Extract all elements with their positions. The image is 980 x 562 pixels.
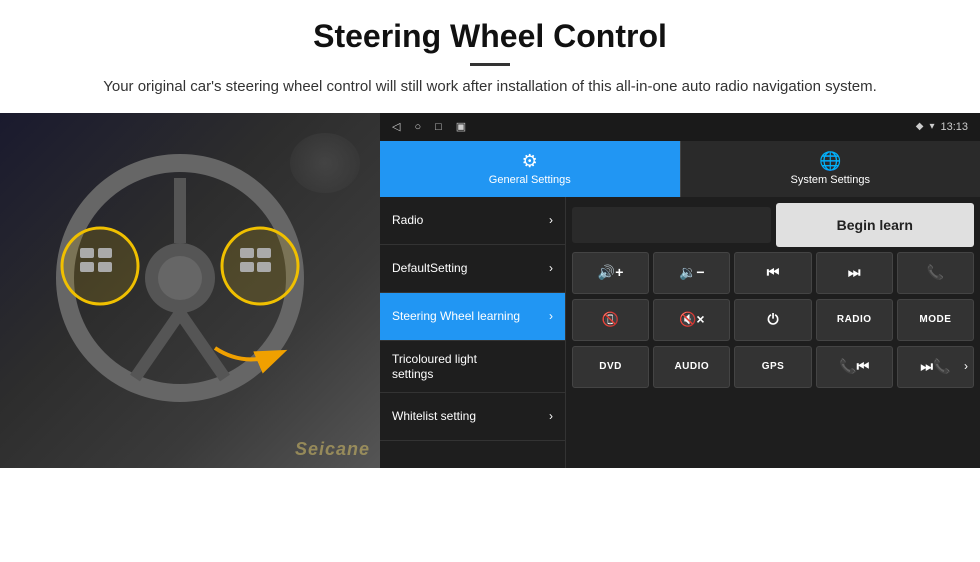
controls-panel: Begin learn 🔊+ 🔉− ⏮ ⏭	[565, 197, 980, 468]
menu-tricoloured-chevron: ›	[964, 359, 968, 373]
menu-steering-label: Steering Wheel learning	[392, 309, 520, 323]
tab-bar: ⚙ General Settings 🌐 System Settings	[380, 141, 980, 197]
begin-learn-button[interactable]: Begin learn	[776, 203, 975, 247]
status-bar: ◁ ○ □ ▣ ◆ ▾ 13:13	[380, 113, 980, 141]
media-prev-button[interactable]: 📞⏮	[816, 346, 893, 388]
prev-track-icon: ⏮	[767, 264, 780, 281]
menu-panel: Radio › DefaultSetting › Steering Wheel …	[380, 197, 565, 468]
menu-whitelist-chevron: ›	[549, 409, 553, 423]
watermark: Seicane	[295, 439, 370, 460]
menu-item-radio[interactable]: Radio ›	[380, 197, 565, 245]
mute-icon: 🔇×	[679, 311, 705, 328]
radio-label: RADIO	[837, 314, 872, 325]
vol-down-icon: 🔉−	[679, 264, 705, 281]
prev-track-button[interactable]: ⏮	[734, 252, 811, 294]
header-subtitle: Your original car's steering wheel contr…	[60, 76, 920, 99]
phone-pickup-icon: 📞	[927, 264, 944, 281]
location-icon: ◆	[916, 121, 924, 132]
general-settings-tab-icon: ⚙	[522, 151, 538, 172]
menu-radio-label: Radio	[392, 213, 423, 227]
vol-up-button[interactable]: 🔊+	[572, 252, 649, 294]
menu-item-whitelist[interactable]: Whitelist setting ›	[380, 393, 565, 441]
status-bar-right: ◆ ▾ 13:13	[916, 121, 968, 133]
next-track-icon: ⏭	[848, 264, 861, 281]
main-content: Seicane ◁ ○ □ ▣ ◆ ▾ 13:13 ⚙ General Sett…	[0, 113, 980, 468]
next-track-button[interactable]: ⏭	[816, 252, 893, 294]
mute-button[interactable]: 🔇×	[653, 299, 730, 341]
begin-learn-row: Begin learn	[572, 203, 974, 247]
dvd-button[interactable]: DVD	[572, 346, 649, 388]
menu-whitelist-label: Whitelist setting	[392, 409, 476, 423]
controls-row-1: 🔊+ 🔉− ⏮ ⏭ 📞	[572, 252, 974, 294]
general-settings-tab-label: General Settings	[489, 174, 571, 186]
menu-tricoloured-label: Tricoloured light	[392, 352, 477, 366]
audio-label: AUDIO	[674, 361, 709, 372]
wifi-icon: ▾	[929, 121, 934, 132]
media-next-button[interactable]: ⏭📞	[897, 346, 974, 388]
audio-button[interactable]: AUDIO	[653, 346, 730, 388]
menu-item-tricoloured[interactable]: Tricoloured light settings ›	[380, 341, 565, 393]
controls-row-2: 📵 🔇× ⏻ RADIO MODE	[572, 299, 974, 341]
phone-pickup-button[interactable]: 📞	[897, 252, 974, 294]
content-area: Radio › DefaultSetting › Steering Wheel …	[380, 197, 980, 468]
car-image-area: Seicane	[0, 113, 380, 468]
menu-item-steering-wheel[interactable]: Steering Wheel learning ›	[380, 293, 565, 341]
media-next-icon: ⏭📞	[920, 358, 950, 375]
mode-label: MODE	[919, 314, 951, 325]
nav-home-icon[interactable]: ○	[414, 121, 421, 133]
controls-row-3: DVD AUDIO GPS 📞⏮ ⏭📞	[572, 346, 974, 388]
page-header: Steering Wheel Control Your original car…	[0, 0, 980, 109]
speedometer-bg	[290, 133, 360, 193]
tab-system-settings[interactable]: 🌐 System Settings	[680, 141, 980, 197]
gps-label: GPS	[762, 361, 785, 372]
menu-item-default-setting[interactable]: DefaultSetting ›	[380, 245, 565, 293]
phone-hangup-button[interactable]: 📵	[572, 299, 649, 341]
status-bar-left: ◁ ○ □ ▣	[392, 120, 466, 133]
steering-wheel-image	[50, 148, 310, 408]
menu-tricoloured-label2: settings	[392, 367, 433, 381]
menu-radio-chevron: ›	[549, 213, 553, 227]
dvd-label: DVD	[599, 361, 622, 372]
clock: 13:13	[940, 121, 968, 133]
menu-default-label: DefaultSetting	[392, 261, 467, 275]
power-button[interactable]: ⏻	[734, 299, 811, 341]
nav-recent-icon[interactable]: □	[435, 121, 442, 133]
menu-steering-chevron: ›	[549, 309, 553, 323]
nav-back-icon[interactable]: ◁	[392, 120, 400, 133]
radio-button[interactable]: RADIO	[816, 299, 893, 341]
car-background: Seicane	[0, 113, 380, 468]
vol-up-icon: 🔊+	[598, 264, 624, 281]
menu-default-chevron: ›	[549, 261, 553, 275]
vol-down-button[interactable]: 🔉−	[653, 252, 730, 294]
gps-button[interactable]: GPS	[734, 346, 811, 388]
begin-learn-spacer	[572, 207, 771, 243]
header-divider	[470, 63, 510, 66]
android-panel: ◁ ○ □ ▣ ◆ ▾ 13:13 ⚙ General Settings 🌐 S…	[380, 113, 980, 468]
phone-hangup-icon: 📵	[602, 311, 619, 328]
nav-screen-icon[interactable]: ▣	[456, 120, 466, 133]
media-prev-icon: 📞⏮	[839, 358, 869, 375]
tab-general-settings[interactable]: ⚙ General Settings	[380, 141, 680, 197]
system-settings-tab-icon: 🌐	[819, 151, 841, 172]
mode-button[interactable]: MODE	[897, 299, 974, 341]
power-icon: ⏻	[767, 311, 778, 328]
system-settings-tab-label: System Settings	[791, 174, 870, 186]
page-title: Steering Wheel Control	[60, 18, 920, 55]
